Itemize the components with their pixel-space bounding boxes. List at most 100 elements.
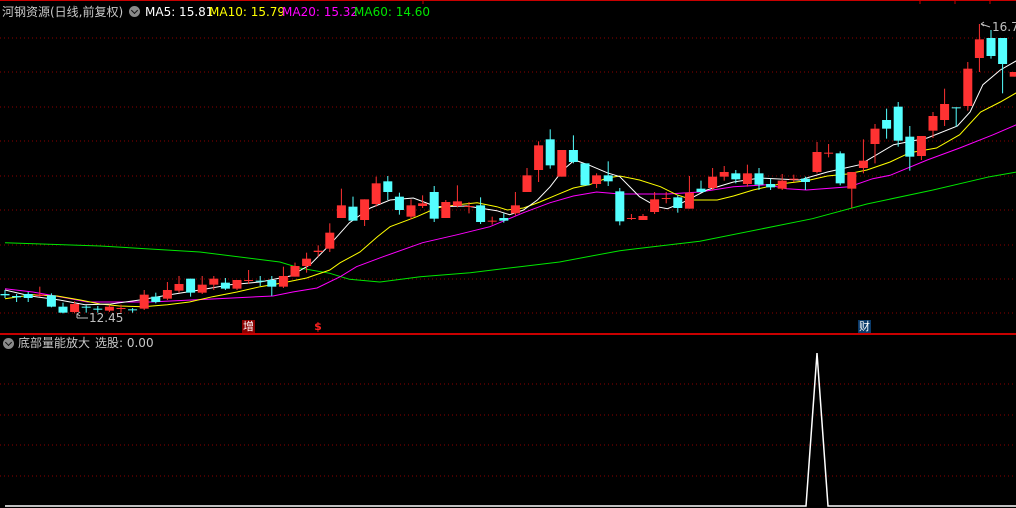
- candle-up: [336, 188, 346, 218]
- candle-body: [789, 178, 799, 180]
- kline-chart[interactable]: [0, 0, 1016, 508]
- candle-down: [905, 126, 915, 171]
- candle-body: [116, 308, 126, 309]
- candle-up: [232, 280, 242, 290]
- candle-up: [777, 174, 787, 190]
- candle-up: [940, 88, 950, 126]
- candle-up: [510, 192, 520, 216]
- candle-body: [870, 128, 880, 144]
- ma60-line: [4, 171, 1016, 283]
- candle-down: [220, 278, 230, 290]
- ma10-polyline: [4, 92, 1016, 308]
- candle-up: [974, 24, 984, 72]
- candle-down: [23, 292, 33, 302]
- cai-marker[interactable]: 财: [858, 320, 871, 333]
- candle-body: [174, 284, 184, 291]
- candle-body: [661, 198, 671, 199]
- candle-body: [360, 199, 370, 220]
- candle-body: [800, 178, 810, 182]
- candle-body: [278, 276, 288, 287]
- candle-down: [893, 102, 903, 147]
- candle-up: [244, 270, 254, 284]
- candle-body: [812, 152, 822, 172]
- candle-body: [858, 160, 868, 168]
- candle-up: [441, 200, 451, 218]
- candle-body: [708, 176, 718, 188]
- ma60-polyline: [4, 171, 1016, 283]
- candle-up: [325, 223, 335, 252]
- candle-body: [940, 104, 950, 120]
- candle-up: [278, 266, 288, 288]
- candle-body: [998, 38, 1008, 64]
- candle-body: [696, 188, 706, 192]
- candle-body: [766, 184, 776, 188]
- candle-down: [348, 196, 358, 221]
- candle-up: [824, 144, 834, 158]
- candle-body: [545, 139, 555, 166]
- candle-body: [255, 280, 265, 282]
- indicator-value: 选股: 0.00: [95, 336, 154, 350]
- high-arrow-icon: [980, 21, 991, 28]
- candle-body: [464, 206, 474, 207]
- candle-body: [580, 163, 590, 186]
- candle-body: [197, 284, 207, 293]
- candle-up: [534, 141, 544, 182]
- candle-body: [522, 175, 532, 192]
- candle-body: [128, 309, 138, 311]
- candle-body: [777, 180, 787, 189]
- candle-body: [93, 308, 103, 310]
- candle-up: [858, 139, 868, 174]
- ma10-legend: MA10: 15.79: [209, 5, 286, 19]
- candle-body: [81, 306, 91, 308]
- candle-body: [835, 153, 845, 184]
- indicator-name[interactable]: 底部量能放大: [18, 336, 90, 350]
- stock-title: 河钢资源(日线,前复权): [2, 5, 124, 19]
- zeng-marker[interactable]: 增: [242, 320, 255, 333]
- candle-body: [452, 201, 462, 206]
- candle-body: [162, 290, 172, 299]
- candle-up: [592, 173, 602, 188]
- candle-body: [35, 294, 45, 296]
- candle-body: [70, 304, 80, 312]
- candle-down: [615, 188, 625, 226]
- ma5-legend: MA5: 15.81: [145, 5, 214, 19]
- chevron-down-icon[interactable]: [129, 6, 140, 17]
- candle-body: [916, 136, 926, 156]
- candle-down: [545, 129, 555, 169]
- candle-body: [568, 150, 578, 162]
- candle-body: [58, 306, 68, 313]
- candle-body: [487, 220, 497, 222]
- candle-body: [220, 282, 230, 289]
- candle-up: [371, 176, 381, 207]
- candle-up: [1009, 72, 1016, 77]
- candle-body: [476, 205, 486, 222]
- candle-down: [476, 197, 486, 224]
- candle-down: [580, 163, 590, 186]
- candle-body: [951, 107, 961, 109]
- candle-up: [360, 199, 370, 226]
- candle-down: [151, 292, 161, 304]
- candle-up: [650, 192, 660, 214]
- candle-up: [313, 245, 323, 257]
- candle-body: [302, 258, 312, 266]
- candle-down: [46, 293, 56, 308]
- candle-body: [615, 191, 625, 222]
- candle-body: [186, 278, 196, 293]
- candle-down: [186, 278, 196, 297]
- candle-body: [151, 296, 161, 302]
- candle-body: [928, 116, 938, 131]
- indicator-line: [5, 352, 1016, 507]
- candle-body: [46, 295, 56, 307]
- dollar-marker[interactable]: $: [314, 320, 322, 333]
- candle-body: [731, 173, 741, 180]
- candle-up: [418, 195, 428, 208]
- candle-body: [383, 181, 393, 192]
- candle-body: [974, 39, 984, 58]
- chevron-down-icon[interactable]: [3, 338, 14, 349]
- candle-body: [290, 266, 300, 277]
- candle-body: [893, 106, 903, 141]
- candle-body: [963, 68, 973, 106]
- candle-body: [847, 172, 857, 189]
- high-price-label: 16.7: [992, 20, 1016, 34]
- candle-body: [232, 280, 242, 289]
